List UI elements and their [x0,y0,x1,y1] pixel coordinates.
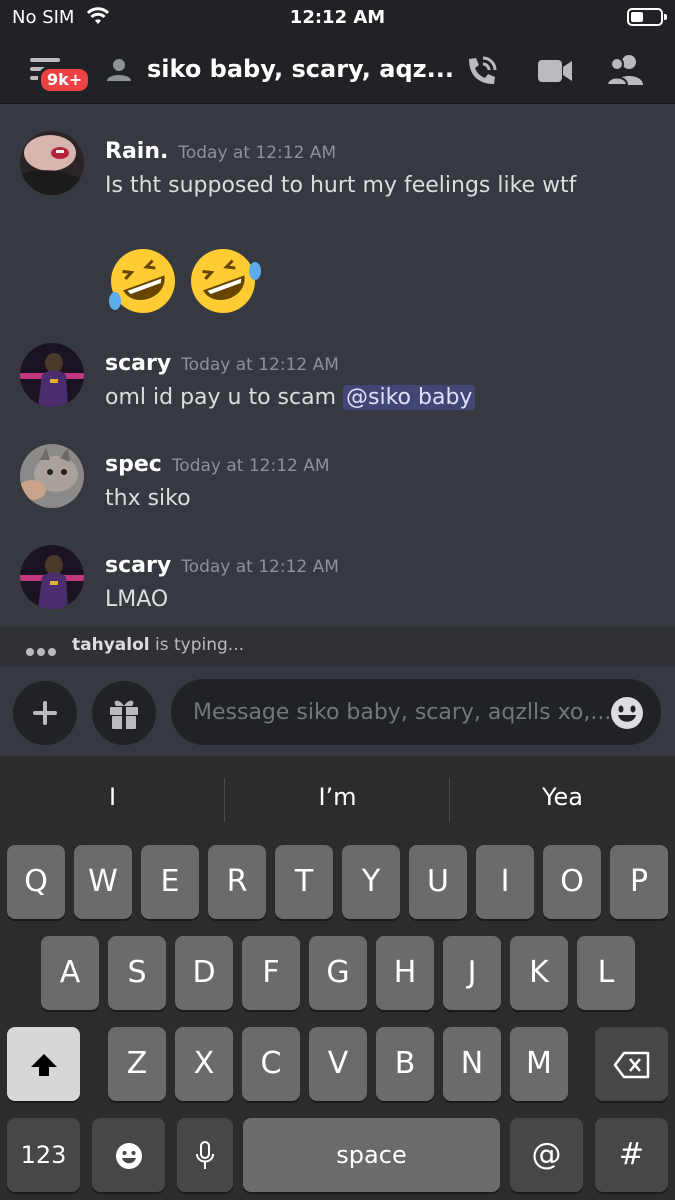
key-z[interactable]: Z [108,1027,166,1101]
key-p[interactable]: P [610,845,668,919]
avatar[interactable] [20,343,84,407]
predictive-bar: I I’m Yea [0,756,675,844]
clock: 12:12 AM [289,7,386,28]
typing-dots-icon [26,641,59,661]
user-mention[interactable]: @siko baby [343,385,476,410]
gift-icon [110,700,138,729]
emoji-keyboard-key[interactable] [92,1118,165,1192]
on-screen-keyboard: I I’m Yea Q W E R T Y U I O P A S D F G … [0,756,675,1200]
message-input[interactable] [171,679,661,745]
suggestion-3[interactable]: Yea [450,783,675,811]
message-author[interactable]: scary [105,553,171,578]
key-y[interactable]: Y [342,845,400,919]
at-key[interactable]: @ [510,1118,583,1192]
backspace-key[interactable] [595,1027,668,1101]
key-l[interactable]: L [577,936,635,1010]
hash-key[interactable]: # [595,1118,668,1192]
plus-icon [33,701,57,725]
key-w[interactable]: W [74,845,132,919]
message-author[interactable]: spec [105,452,162,477]
key-x[interactable]: X [175,1027,233,1101]
channel-header: 9k+ siko baby, scary, aqz... [0,36,675,104]
key-c[interactable]: C [242,1027,300,1101]
composer-bar [0,666,675,756]
message-text: Is tht supposed to hurt my feelings like… [105,173,577,198]
message-text: oml id pay u to scam @siko baby [105,385,476,410]
dictation-key[interactable] [177,1118,233,1192]
numbers-key[interactable]: 123 [7,1118,80,1192]
microphone-icon [196,1140,214,1169]
shift-arrow-icon [30,1053,57,1076]
status-bar: No SIM 12:12 AM [0,0,675,36]
emoji-message [105,243,265,323]
message-timestamp: Today at 12:12 AM [178,143,337,163]
video-call-icon[interactable] [537,56,573,86]
key-u[interactable]: U [409,845,467,919]
gift-button[interactable] [92,681,156,745]
space-key[interactable]: space [243,1118,500,1192]
key-s[interactable]: S [108,936,166,1010]
avatar[interactable] [20,444,84,508]
key-h[interactable]: H [376,936,434,1010]
key-o[interactable]: O [543,845,601,919]
message-author[interactable]: scary [105,351,171,376]
unread-badge: 9k+ [38,66,92,94]
key-v[interactable]: V [309,1027,367,1101]
key-d[interactable]: D [175,936,233,1010]
key-q[interactable]: Q [7,845,65,919]
key-f[interactable]: F [242,936,300,1010]
smiley-icon [115,1142,142,1169]
typing-indicator: tahyalol is typing... [0,626,675,666]
key-r[interactable]: R [208,845,266,919]
backspace-icon [613,1051,649,1078]
channel-title[interactable]: siko baby, scary, aqz... [147,55,454,83]
message-timestamp: Today at 12:12 AM [171,456,330,476]
key-a[interactable]: A [41,936,99,1010]
rofl-emoji-icon [109,249,261,313]
message-timestamp: Today at 12:12 AM [181,557,339,577]
key-n[interactable]: N [443,1027,501,1101]
key-b[interactable]: B [376,1027,434,1101]
add-attachment-button[interactable] [13,681,77,745]
shift-key[interactable] [7,1027,80,1101]
avatar[interactable] [20,545,84,609]
message-text: LMAO [105,587,169,612]
key-j[interactable]: J [443,936,501,1010]
key-t[interactable]: T [275,845,333,919]
message-text: thx siko [105,486,191,511]
key-e[interactable]: E [141,845,199,919]
key-i[interactable]: I [476,845,534,919]
battery-icon [627,8,667,26]
group-dm-icon [107,59,131,81]
typing-suffix: is typing... [149,635,244,655]
key-k[interactable]: K [510,936,568,1010]
suggestion-1[interactable]: I [0,783,225,811]
avatar[interactable] [20,131,84,195]
message-timestamp: Today at 12:12 AM [181,355,339,375]
typing-user: tahyalol [72,635,150,655]
message-text-body: oml id pay u to scam [105,385,344,410]
message-list[interactable]: Rain. Today at 12:12 AM Is tht supposed t… [0,105,675,626]
suggestion-2[interactable]: I’m [225,783,450,811]
message-author[interactable]: Rain. [105,139,168,164]
key-m[interactable]: M [510,1027,568,1101]
members-icon[interactable] [607,53,643,87]
emoji-picker-icon[interactable] [609,695,645,731]
key-g[interactable]: G [309,936,367,1010]
voice-call-icon[interactable] [464,53,500,89]
